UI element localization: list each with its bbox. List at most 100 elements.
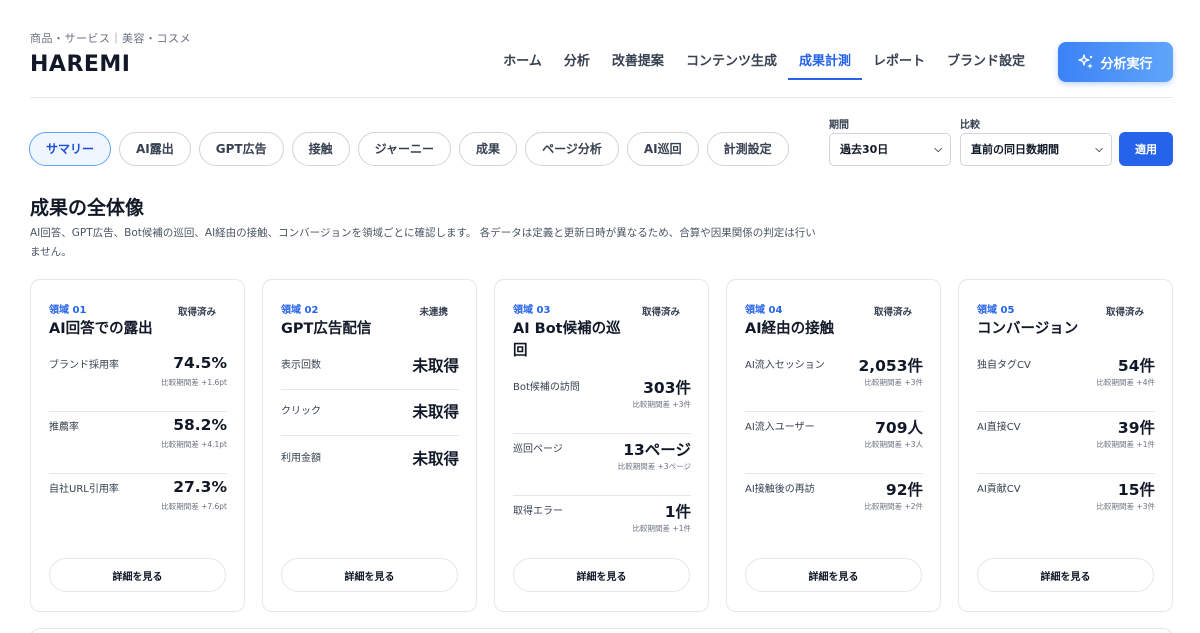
sparkle-icon <box>1078 54 1094 69</box>
metric-row: AI流入セッション 2,053件 比較期間差 +3件 <box>745 352 923 412</box>
view-details-button[interactable]: 詳細を見る <box>977 558 1154 592</box>
metric-label: 巡回ページ <box>513 444 563 455</box>
view-details-button[interactable]: 詳細を見る <box>49 558 226 592</box>
domain-card-ai-bot-crawl: 領域 03 取得済み AI Bot候補の巡回 Bot候補の訪問 303件 比較期… <box>494 279 709 612</box>
metric-label: 表示回数 <box>281 360 321 371</box>
metric-value: 27.3% <box>173 478 227 496</box>
metric-label: AI接触後の再訪 <box>745 484 815 495</box>
metric-value: 未取得 <box>412 357 459 375</box>
nav-report[interactable]: レポート <box>862 52 936 80</box>
tab-journey[interactable]: ジャーニー <box>357 132 452 166</box>
metric-row: 利用金額 未取得 <box>281 445 459 483</box>
brand-category: 商品・サービス｜美容・コスメ <box>30 32 191 45</box>
view-details-button[interactable]: 詳細を見る <box>513 558 690 592</box>
metric-label: AI貢献CV <box>977 484 1021 495</box>
metric-delta: 比較期間差 +3件 <box>1096 502 1155 511</box>
metric-delta: 比較期間差 +1.6pt <box>161 378 227 387</box>
view-details-button[interactable]: 詳細を見る <box>745 558 922 592</box>
sub-tabs: サマリー AI露出 GPT広告 接触 ジャーニー 成果 ページ分析 AI巡回 計… <box>29 132 789 166</box>
card-status: 取得済み <box>641 307 680 318</box>
metric-label: クリック <box>281 406 321 417</box>
card-status: 未連携 <box>419 307 448 318</box>
card-title: コンバージョン <box>977 321 1079 337</box>
metric-label: ブランド採用率 <box>49 360 119 371</box>
tab-summary[interactable]: サマリー <box>29 132 112 166</box>
metric-label: 利用金額 <box>281 453 321 464</box>
card-title: AI経由の接触 <box>745 321 835 337</box>
metric-row: Bot候補の訪問 303件 比較期間差 +3件 <box>513 374 691 434</box>
metric-value: 92件 <box>885 481 923 499</box>
domain-card-ai-contact: 領域 04 取得済み AI経由の接触 AI流入セッション 2,053件 比較期間… <box>726 279 941 612</box>
metric-label: 取得エラー <box>513 506 563 517</box>
chevron-down-icon: ⌵ <box>934 144 942 155</box>
tab-contact[interactable]: 接触 <box>291 132 350 166</box>
view-details-button[interactable]: 詳細を見る <box>281 558 458 592</box>
nav-improvement[interactable]: 改善提案 <box>601 52 675 80</box>
card-status: 取得済み <box>873 307 912 318</box>
metric-value: 15件 <box>1117 481 1155 499</box>
tab-results[interactable]: 成果 <box>459 132 518 166</box>
metric-label: AI直接CV <box>977 422 1021 433</box>
card-title: AI Bot候補の巡回 <box>513 321 621 359</box>
nav-brand-settings[interactable]: ブランド設定 <box>936 52 1036 80</box>
metric-delta: 比較期間差 +3件 <box>864 378 923 387</box>
domain-card-ai-exposure: 領域 01 取得済み AI回答での露出 ブランド採用率 74.5% 比較期間差 … <box>30 279 245 612</box>
period-label: 期間 <box>829 120 849 131</box>
compare-select[interactable]: 直前の同日数期間 ⌵ <box>960 133 1112 166</box>
metric-row: ブランド採用率 74.5% 比較期間差 +1.6pt <box>49 352 227 412</box>
card-domain-label: 領域 01 <box>49 305 87 316</box>
card-title: AI回答での露出 <box>49 321 153 337</box>
metric-delta: 比較期間差 +4.1pt <box>161 440 227 449</box>
main-nav: ホーム 分析 改善提案 コンテンツ生成 成果計測 レポート ブランド設定 <box>492 52 1036 80</box>
metric-delta: 比較期間差 +3人 <box>864 440 923 449</box>
metric-value: 74.5% <box>173 354 227 372</box>
domain-card-gpt-ads: 領域 02 未連携 GPT広告配信 表示回数 未取得 クリック 未取得 利用金額… <box>262 279 477 612</box>
nav-results-measurement[interactable]: 成果計測 <box>787 52 862 80</box>
metric-delta: 比較期間差 +3件 <box>632 400 691 409</box>
nav-content-generation[interactable]: コンテンツ生成 <box>675 52 788 80</box>
metric-value: 未取得 <box>412 403 459 421</box>
metric-delta: 比較期間差 +1件 <box>1096 440 1155 449</box>
compare-label: 比較 <box>960 120 980 131</box>
compare-select-value: 直前の同日数期間 <box>971 143 1059 156</box>
card-title: GPT広告配信 <box>281 321 372 337</box>
app-header: 商品・サービス｜美容・コスメ HAREMI ホーム 分析 改善提案 コンテンツ生… <box>30 0 1173 98</box>
metric-label: 推薦率 <box>49 422 79 433</box>
card-status: 取得済み <box>1105 307 1144 318</box>
metric-row: AI貢献CV 15件 比較期間差 +3件 <box>977 476 1155 536</box>
card-status: 取得済み <box>177 307 216 318</box>
metric-value: 39件 <box>1117 419 1155 437</box>
run-analysis-label: 分析実行 <box>1100 56 1153 72</box>
metric-value: 1件 <box>664 503 691 521</box>
metric-value: 13ページ <box>623 441 691 459</box>
metric-delta: 比較期間差 +7.6pt <box>161 502 227 511</box>
metric-row: AI直接CV 39件 比較期間差 +1件 <box>977 414 1155 474</box>
metric-row: 推薦率 58.2% 比較期間差 +4.1pt <box>49 414 227 474</box>
next-panel-edge <box>30 628 1173 633</box>
tab-ai-crawl[interactable]: AI巡回 <box>626 132 699 166</box>
period-select[interactable]: 過去30日 ⌵ <box>829 133 951 166</box>
metric-value: 未取得 <box>412 450 459 468</box>
tab-gpt-ads[interactable]: GPT広告 <box>198 132 284 166</box>
run-analysis-button[interactable]: 分析実行 <box>1058 42 1173 82</box>
metric-delta: 比較期間差 +4件 <box>1096 378 1155 387</box>
metric-row: 表示回数 未取得 <box>281 352 459 390</box>
metric-value: 58.2% <box>173 416 227 434</box>
chevron-down-icon: ⌵ <box>1095 144 1103 155</box>
tab-ai-exposure[interactable]: AI露出 <box>119 132 191 166</box>
tab-measurement-settings[interactable]: 計測設定 <box>706 132 789 166</box>
metric-value: 2,053件 <box>858 357 923 375</box>
metric-value: 303件 <box>643 379 691 397</box>
nav-analysis[interactable]: 分析 <box>553 52 601 80</box>
metric-row: 独自タグCV 54件 比較期間差 +4件 <box>977 352 1155 412</box>
nav-home[interactable]: ホーム <box>492 52 553 80</box>
metric-label: AI流入セッション <box>745 360 825 371</box>
metric-label: Bot候補の訪問 <box>513 382 580 393</box>
tab-page-analysis[interactable]: ページ分析 <box>525 132 619 166</box>
metric-row: クリック 未取得 <box>281 398 459 436</box>
metric-delta: 比較期間差 +2件 <box>864 502 923 511</box>
section-description: AI回答、GPT広告、Bot候補の巡回、AI経由の接触、コンバージョンを領域ごと… <box>30 227 816 258</box>
apply-button[interactable]: 適用 <box>1119 132 1173 166</box>
metric-value: 54件 <box>1117 357 1155 375</box>
metric-row: 取得エラー 1件 比較期間差 +1件 <box>513 498 691 558</box>
